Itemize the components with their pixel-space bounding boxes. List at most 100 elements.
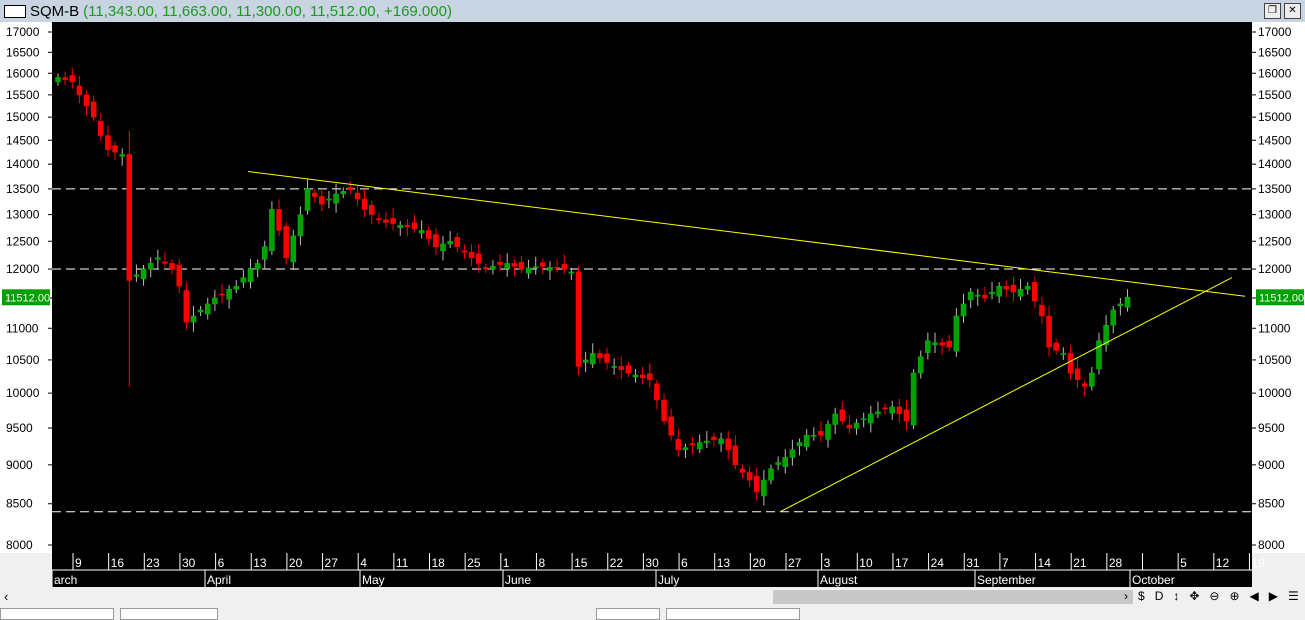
candle-body bbox=[989, 291, 995, 295]
y-tick-label-right: 15000 bbox=[1258, 110, 1292, 124]
next-icon[interactable]: ▶ bbox=[1269, 589, 1278, 603]
candle-body bbox=[618, 366, 625, 370]
plot-area bbox=[52, 22, 1252, 553]
scroll-right-icon[interactable]: › bbox=[1124, 589, 1128, 603]
scroll-left-icon[interactable]: ‹ bbox=[4, 589, 8, 604]
candle-body bbox=[982, 294, 988, 299]
toolbar-field[interactable] bbox=[666, 608, 800, 620]
candle-body bbox=[604, 353, 610, 363]
candle-body bbox=[212, 297, 218, 305]
close-icon[interactable]: ✕ bbox=[1284, 3, 1301, 19]
candle-body bbox=[939, 342, 945, 346]
candle-body bbox=[704, 440, 710, 443]
candle-body bbox=[490, 265, 496, 270]
candle-body bbox=[497, 261, 503, 265]
y-tick-label-right: 10000 bbox=[1258, 386, 1292, 400]
chart-title-bar: SQM-B (11,343.00, 11,663.00, 11,300.00, … bbox=[0, 0, 1305, 23]
candle-body bbox=[1010, 284, 1017, 293]
toolbar-field[interactable] bbox=[120, 608, 218, 620]
candle-body bbox=[447, 241, 453, 245]
candle-body bbox=[1124, 297, 1131, 308]
week-label: 4 bbox=[360, 556, 367, 570]
candle-body bbox=[169, 263, 175, 270]
candle-body bbox=[368, 205, 375, 215]
candlestick-chart[interactable]: 17000 17000 16500 16500 16000 16000 15500 15500… bbox=[0, 22, 1305, 588]
week-label: 12 bbox=[1216, 556, 1230, 570]
candle-body bbox=[875, 411, 881, 415]
candle-body bbox=[1060, 353, 1067, 355]
candle-body bbox=[768, 468, 774, 481]
candle-body bbox=[483, 267, 489, 270]
move-icon[interactable]: ✥ bbox=[1189, 589, 1199, 603]
horizontal-scrollbar[interactable] bbox=[773, 590, 1133, 604]
candle-body bbox=[55, 77, 61, 82]
candle-body bbox=[932, 342, 938, 346]
candle-body bbox=[376, 218, 382, 221]
candle-body bbox=[746, 472, 753, 481]
candle-body bbox=[846, 424, 853, 429]
week-label: 21 bbox=[1073, 556, 1087, 570]
y-tick-label: 15500 bbox=[6, 88, 40, 102]
candle-body bbox=[197, 309, 204, 313]
candle-body bbox=[183, 290, 190, 323]
month-label: September bbox=[977, 573, 1036, 587]
candle-body bbox=[832, 413, 838, 425]
candle-body bbox=[1089, 372, 1095, 387]
zoom-out-icon[interactable]: ⊖ bbox=[1209, 589, 1219, 603]
candle-body bbox=[112, 145, 118, 153]
candle-body bbox=[69, 75, 76, 83]
toolbar-field[interactable] bbox=[596, 608, 660, 620]
candle-body bbox=[654, 383, 660, 401]
y-tick-label-right: 8000 bbox=[1258, 538, 1285, 552]
y-tick-label-right: 8500 bbox=[1258, 497, 1285, 511]
last-price-label-left: 11512.00 bbox=[5, 292, 50, 304]
candle-body bbox=[996, 286, 1002, 297]
y-tick-label: 13500 bbox=[6, 182, 40, 196]
candle-body bbox=[675, 439, 682, 451]
y-tick-label-right: 9500 bbox=[1258, 421, 1285, 435]
menu-icon[interactable]: ☰ bbox=[1288, 589, 1299, 603]
candle-body bbox=[825, 424, 831, 440]
candle-body bbox=[910, 372, 917, 426]
candle-body bbox=[283, 226, 289, 259]
candle-body bbox=[518, 261, 525, 270]
candle-body bbox=[668, 416, 674, 436]
candle-body bbox=[119, 154, 125, 157]
candle-body bbox=[226, 288, 232, 300]
candle-body bbox=[311, 192, 318, 197]
d-icon[interactable]: D bbox=[1155, 589, 1164, 603]
month-label: July bbox=[658, 573, 679, 587]
restore-icon[interactable]: ❐ bbox=[1264, 3, 1281, 19]
y-tick-label-right: 12500 bbox=[1258, 234, 1292, 248]
month-label: August bbox=[820, 573, 858, 587]
prev-icon[interactable]: ◀ bbox=[1250, 589, 1259, 603]
candle-body bbox=[568, 271, 575, 274]
y-tick-label: 13000 bbox=[6, 208, 40, 222]
candle-body bbox=[811, 434, 817, 437]
candle-body bbox=[62, 77, 68, 80]
zoom-in-icon[interactable]: ⊕ bbox=[1229, 589, 1239, 603]
vertical-move-icon[interactable]: ↕ bbox=[1173, 589, 1179, 603]
candle-body bbox=[233, 286, 239, 290]
week-label: 30 bbox=[645, 556, 659, 570]
y-tick-label-right: 15500 bbox=[1258, 88, 1292, 102]
week-label: 20 bbox=[289, 556, 303, 570]
week-label: 24 bbox=[931, 556, 945, 570]
y-tick-label: 9500 bbox=[6, 421, 33, 435]
y-tick-label: 12000 bbox=[6, 262, 40, 276]
candle-body bbox=[1024, 286, 1031, 290]
toolbar-field[interactable] bbox=[0, 608, 114, 620]
week-label: 28 bbox=[1109, 556, 1123, 570]
month-label: April bbox=[207, 573, 231, 587]
week-label: 6 bbox=[218, 556, 225, 570]
candle-body bbox=[390, 218, 396, 224]
candle-body bbox=[868, 413, 874, 424]
candle-body bbox=[582, 359, 589, 363]
month-label: June bbox=[505, 573, 531, 587]
candle-body bbox=[946, 340, 952, 348]
candle-body bbox=[789, 449, 796, 458]
candle-body bbox=[190, 315, 197, 323]
candle-body bbox=[1074, 368, 1081, 380]
dollar-icon[interactable]: $ bbox=[1138, 589, 1145, 603]
week-label: 20 bbox=[752, 556, 766, 570]
